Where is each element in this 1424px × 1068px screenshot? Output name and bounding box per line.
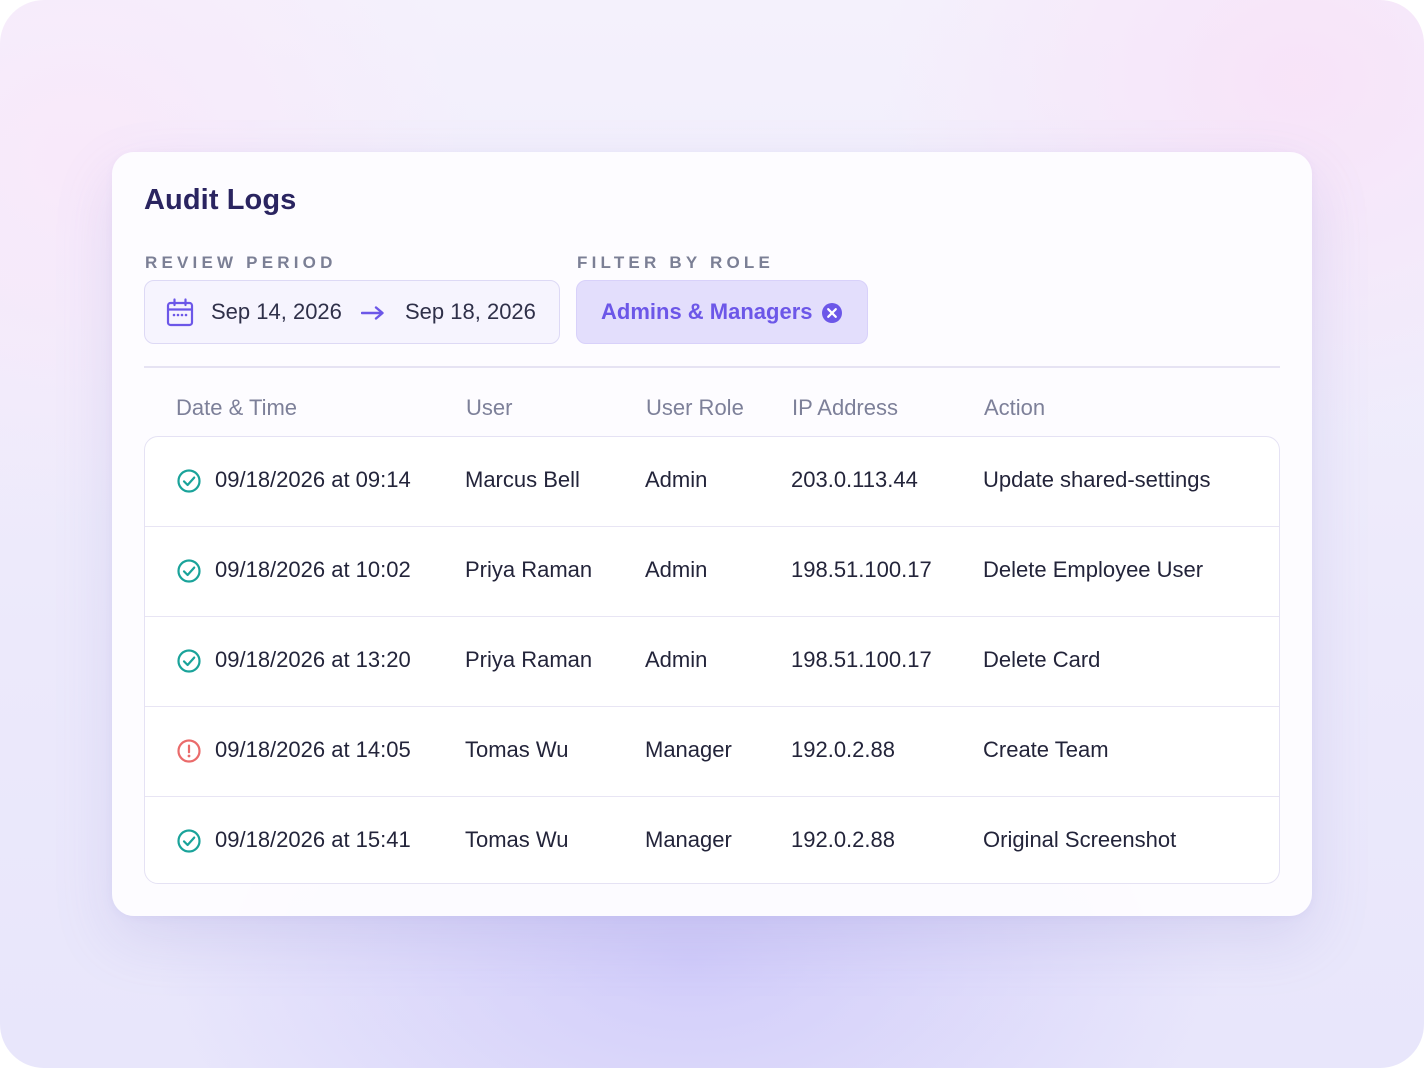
column-header-action[interactable]: Action: [984, 395, 1045, 421]
audit-log-table: 09/18/2026 at 09:14 Marcus Bell Admin 20…: [144, 436, 1280, 884]
column-header-user-role[interactable]: User Role: [646, 395, 744, 421]
cell-ip: 192.0.2.88: [791, 827, 895, 852]
audit-logs-card: Audit Logs REVIEW PERIOD FILTER BY ROLE …: [112, 152, 1312, 916]
start-date[interactable]: Sep 14, 2026: [211, 299, 342, 325]
table-row[interactable]: 09/18/2026 at 13:20 Priya Raman Admin 19…: [145, 617, 1279, 707]
cell-user: Priya Raman: [465, 647, 593, 672]
cell-action: Delete Card: [983, 647, 1101, 672]
cell-ip: 203.0.113.44: [791, 467, 918, 492]
cell-datetime: 09/18/2026 at 10:02: [215, 557, 411, 582]
cell-ip: 198.51.100.17: [791, 647, 932, 672]
cell-action: Update shared-settings: [983, 467, 1211, 492]
cell-user: Tomas Wu: [465, 737, 569, 762]
cell-user: Priya Raman: [465, 557, 593, 582]
column-header-ip-address[interactable]: IP Address: [792, 395, 898, 421]
background: Audit Logs REVIEW PERIOD FILTER BY ROLE …: [0, 0, 1424, 1068]
arrow-right-icon: [361, 306, 384, 320]
cell-user: Marcus Bell: [465, 467, 580, 492]
calendar-icon: [166, 298, 194, 327]
close-circle-icon[interactable]: [821, 302, 843, 324]
check-circle-icon: [177, 469, 201, 493]
column-header-user[interactable]: User: [466, 395, 512, 421]
cell-role: Admin: [645, 467, 708, 492]
end-date[interactable]: Sep 18, 2026: [405, 299, 536, 325]
alert-circle-icon: [177, 739, 201, 763]
cell-action: Delete Employee User: [983, 557, 1204, 582]
check-circle-icon: [177, 649, 201, 673]
cell-role: Manager: [645, 737, 732, 762]
cell-role: Manager: [645, 827, 732, 852]
section-divider: [144, 366, 1280, 368]
date-range-picker[interactable]: Sep 14, 2026 Sep 18, 2026: [144, 280, 560, 344]
check-circle-icon: [177, 829, 201, 853]
cell-role: Admin: [645, 557, 708, 582]
role-filter-chip[interactable]: Admins & Managers: [576, 280, 868, 344]
cell-action: Original Screenshot: [983, 827, 1177, 852]
cell-datetime: 09/18/2026 at 14:05: [215, 737, 411, 762]
table-row[interactable]: 09/18/2026 at 09:14 Marcus Bell Admin 20…: [145, 437, 1279, 527]
cell-action: Create Team: [983, 737, 1109, 762]
review-period-label: REVIEW PERIOD: [145, 253, 337, 272]
filter-by-role-label: FILTER BY ROLE: [577, 253, 775, 272]
cell-datetime: 09/18/2026 at 09:14: [215, 467, 411, 492]
cell-datetime: 09/18/2026 at 13:20: [215, 647, 411, 672]
table-row[interactable]: 09/18/2026 at 10:02 Priya Raman Admin 19…: [145, 527, 1279, 617]
cell-datetime: 09/18/2026 at 15:41: [215, 827, 411, 852]
table-row[interactable]: 09/18/2026 at 15:41 Tomas Wu Manager 192…: [145, 797, 1279, 883]
role-filter-chip-label: Admins & Managers: [601, 299, 813, 324]
table-row[interactable]: 09/18/2026 at 14:05 Tomas Wu Manager 192…: [145, 707, 1279, 797]
cell-ip: 198.51.100.17: [791, 557, 932, 582]
column-header-date-time[interactable]: Date & Time: [176, 395, 297, 421]
page-title: Audit Logs: [144, 184, 297, 216]
check-circle-icon: [177, 559, 201, 583]
cell-ip: 192.0.2.88: [791, 737, 895, 762]
cell-role: Admin: [645, 647, 708, 672]
cell-user: Tomas Wu: [465, 827, 569, 852]
